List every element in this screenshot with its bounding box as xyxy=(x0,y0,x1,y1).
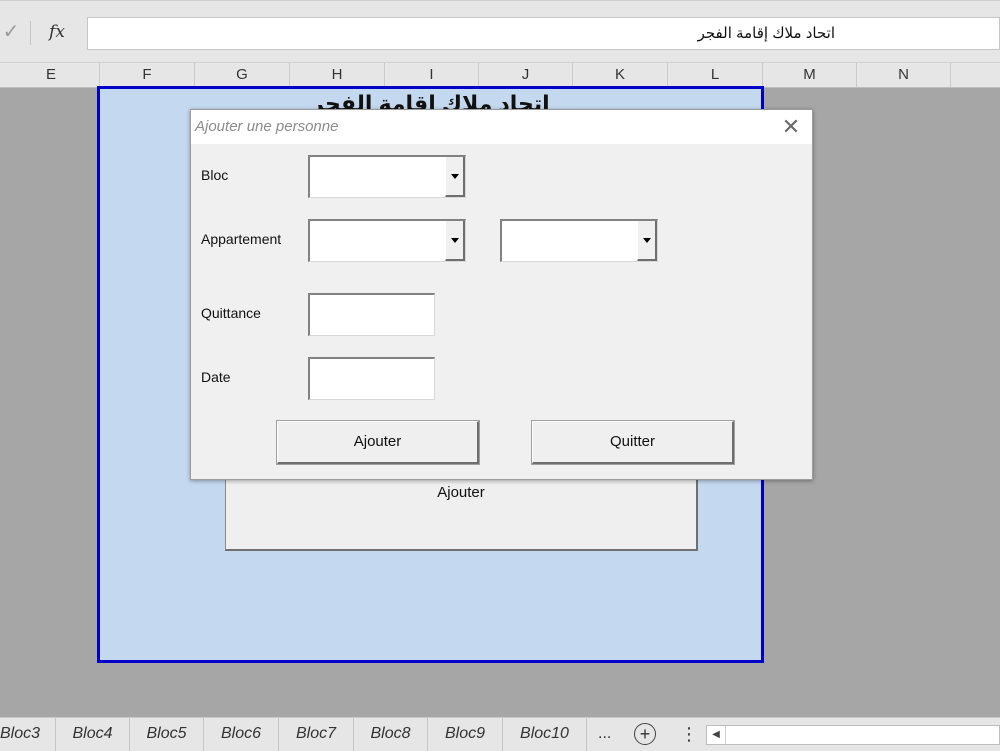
appartement-label: Appartement xyxy=(201,231,282,247)
tab-options-icon[interactable]: ⋮ xyxy=(680,718,698,751)
add-sheet-icon[interactable]: + xyxy=(634,723,656,745)
quittance-field[interactable] xyxy=(308,293,435,336)
bloc-combobox[interactable] xyxy=(308,155,466,198)
chevron-down-icon xyxy=(643,238,651,243)
formula-bar-separator xyxy=(30,21,31,45)
more-tabs-button[interactable]: ... xyxy=(598,718,611,751)
date-field[interactable] xyxy=(308,357,435,400)
sheet-tab-bloc8[interactable]: Bloc8 xyxy=(354,718,428,751)
close-icon[interactable]: ✕ xyxy=(778,114,804,140)
column-header-f[interactable]: F xyxy=(99,63,194,87)
quitter-button[interactable]: Quitter xyxy=(531,420,735,465)
column-header-e[interactable]: E xyxy=(4,63,98,87)
sheet-tab-bloc4[interactable]: Bloc4 xyxy=(56,718,130,751)
quittance-label: Quittance xyxy=(201,305,261,321)
column-header-n[interactable]: N xyxy=(856,63,950,87)
appartement-combobox-2[interactable] xyxy=(500,219,658,262)
panel-ajouter-button[interactable]: Ajouter xyxy=(225,474,698,551)
column-header-k[interactable]: K xyxy=(572,63,667,87)
column-header: E F G H I J K L M N O xyxy=(0,62,1000,88)
ajouter-button[interactable]: Ajouter xyxy=(276,420,480,465)
column-header-h[interactable]: H xyxy=(289,63,384,87)
column-header-o[interactable]: O xyxy=(950,63,1000,87)
column-header-m[interactable]: M xyxy=(762,63,856,87)
check-icon[interactable]: ✓ xyxy=(2,21,20,43)
scroll-left-icon[interactable]: ◀ xyxy=(707,726,726,744)
sheet-tab-bloc6[interactable]: Bloc6 xyxy=(204,718,279,751)
ajouter-personne-dialog: Ajouter une personne ✕ Bloc Appartement … xyxy=(190,109,813,480)
formula-input[interactable]: اتحاد ملاك إقامة الفجر xyxy=(87,17,1000,50)
sheet-tab-bar: Bloc3 Bloc4 Bloc5 Bloc6 Bloc7 Bloc8 Bloc… xyxy=(0,717,1000,751)
dialog-title: Ajouter une personne xyxy=(195,118,339,135)
sheet-tab-bloc10[interactable]: Bloc10 xyxy=(503,718,587,751)
sheet-tab-bloc5[interactable]: Bloc5 xyxy=(130,718,204,751)
insert-function-icon[interactable]: fx xyxy=(44,19,70,45)
appartement-dropdown-button-1[interactable] xyxy=(445,221,465,261)
sheet-tab-bloc3[interactable]: Bloc3 xyxy=(0,718,56,751)
horizontal-scrollbar[interactable]: ◀ xyxy=(706,725,1000,745)
chevron-down-icon xyxy=(451,174,459,179)
appartement-combobox-1[interactable] xyxy=(308,219,466,262)
column-header-l[interactable]: L xyxy=(667,63,762,87)
column-header-g[interactable]: G xyxy=(194,63,289,87)
sheet-tab-bloc9[interactable]: Bloc9 xyxy=(428,718,503,751)
date-label: Date xyxy=(201,369,231,385)
chevron-down-icon xyxy=(451,238,459,243)
column-header-i[interactable]: I xyxy=(384,63,478,87)
column-header-j[interactable]: J xyxy=(478,63,572,87)
formula-bar: ✓ fx اتحاد ملاك إقامة الفجر xyxy=(0,0,1000,63)
bloc-label: Bloc xyxy=(201,167,229,183)
dialog-titlebar: Ajouter une personne ✕ xyxy=(191,110,812,144)
appartement-dropdown-button-2[interactable] xyxy=(637,221,657,261)
bloc-dropdown-button[interactable] xyxy=(445,157,465,197)
sheet-tab-bloc7[interactable]: Bloc7 xyxy=(279,718,354,751)
